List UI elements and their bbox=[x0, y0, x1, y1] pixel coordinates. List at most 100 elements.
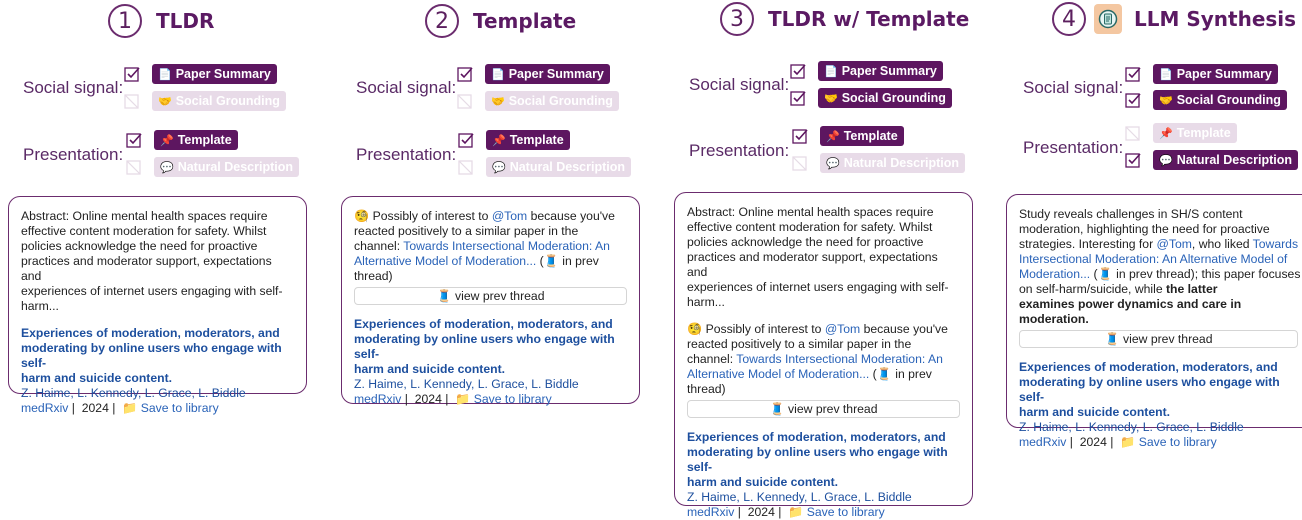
chip-template: 📌 Template bbox=[486, 130, 570, 150]
message-card: Abstract: Online mental health spaces re… bbox=[8, 196, 307, 415]
chip-row-social-grounding: 🤝 Social Grounding bbox=[1125, 90, 1287, 110]
checked-box-icon bbox=[1125, 93, 1141, 108]
column-header: 4 LLM Synthesis bbox=[1052, 2, 1296, 36]
speech-bubble-icon: 💬 bbox=[160, 161, 174, 174]
paper-meta: medRxiv | 2024 | 📁 Save to library bbox=[1019, 435, 1217, 449]
mention-link[interactable]: @Tom bbox=[492, 209, 527, 223]
social-signal-label: Social signal: bbox=[1023, 78, 1124, 97]
chip-paper-summary: 📄 Paper Summary bbox=[485, 64, 610, 84]
abstract-text: Abstract: Online mental health spaces re… bbox=[21, 209, 283, 313]
save-to-library-link[interactable]: Save to library bbox=[807, 505, 885, 519]
checked-box-icon bbox=[124, 67, 140, 82]
template-text: 🧐 Possibly of interest to @Tom because y… bbox=[687, 322, 948, 396]
handshake-icon: 🤝 bbox=[491, 95, 505, 108]
social-signal-label: Social signal: bbox=[356, 78, 457, 97]
paper-meta: medRxiv | 2024 | 📁 Save to library bbox=[354, 392, 552, 406]
chip-social-grounding: 🤝 Social Grounding bbox=[152, 91, 286, 111]
column-header: 1 TLDR bbox=[108, 4, 214, 38]
save-to-library-link[interactable]: Save to library bbox=[141, 401, 219, 415]
chip-row-social-grounding: 🤝 Social Grounding bbox=[124, 91, 286, 111]
save-to-library-link[interactable]: Save to library bbox=[474, 392, 552, 406]
column-tldr-with-template: 3 TLDR w/ Template Social signal: 📄 Paper… bbox=[666, 0, 986, 519]
prev-paper-link[interactable]: Alternative Model of Moderation... bbox=[354, 254, 536, 268]
speech-bubble-icon: 💬 bbox=[492, 161, 506, 174]
prev-paper-link[interactable]: Intersectional Moderation: An Alternativ… bbox=[1019, 252, 1302, 267]
checked-box-icon bbox=[126, 133, 142, 148]
view-prev-thread-button[interactable]: 🧵 view prev thread bbox=[687, 400, 960, 418]
paper-authors: Z. Haime, L. Kennedy, L. Grace, L. Biddl… bbox=[354, 377, 579, 391]
pin-icon: 📌 bbox=[492, 134, 506, 147]
checked-box-icon bbox=[790, 64, 806, 79]
social-signal-label: Social signal: bbox=[23, 78, 124, 97]
chip-template: 📌 Template bbox=[1153, 123, 1237, 143]
prev-paper-link[interactable]: Alternative Model of Moderation... bbox=[687, 367, 869, 381]
page-icon: 📄 bbox=[1159, 68, 1173, 81]
crossed-box-icon bbox=[124, 94, 139, 109]
crossed-box-icon bbox=[1125, 126, 1140, 141]
save-to-library-link[interactable]: Save to library bbox=[1139, 435, 1217, 449]
paper-authors: Z. Haime, L. Kennedy, L. Grace, L. Biddl… bbox=[21, 386, 246, 400]
column-template: 2 Template Social signal: 📄 Paper Summary… bbox=[333, 0, 653, 506]
view-prev-thread-button[interactable]: 🧵 view prev thread bbox=[354, 287, 627, 305]
chip-social-grounding: 🤝 Social Grounding bbox=[818, 88, 952, 108]
step-number: 3 bbox=[720, 2, 754, 36]
speech-bubble-icon: 💬 bbox=[826, 157, 840, 170]
chip-row-paper-summary: 📄 Paper Summary bbox=[1125, 64, 1278, 84]
paper-title[interactable]: Experiences of moderation, moderators, a… bbox=[687, 430, 960, 490]
pin-icon: 📌 bbox=[160, 134, 174, 147]
folder-icon: 📁 bbox=[455, 392, 471, 406]
template-text: 🧐 Possibly of interest to @Tom because y… bbox=[354, 209, 615, 283]
venue-link[interactable]: medRxiv bbox=[21, 401, 68, 415]
chip-social-grounding: 🤝 Social Grounding bbox=[1153, 90, 1287, 110]
message-card: Study reveals challenges in SH/S content… bbox=[1006, 194, 1302, 449]
chip-row-social-grounding: 🤝 Social Grounding bbox=[790, 88, 952, 108]
chip-natural-description: 💬 Natural Description bbox=[154, 157, 300, 177]
prev-paper-link[interactable]: Towards Intersectional Moderation: An bbox=[736, 352, 943, 366]
paper-title[interactable]: Experiences of moderation, moderators, a… bbox=[21, 326, 294, 386]
column-llm-synthesis: 4 LLM Synthesis Social signal: 📄 Paper Su… bbox=[998, 0, 1302, 506]
folder-icon: 📁 bbox=[1120, 435, 1136, 449]
synthesis-text: Study reveals challenges in SH/S content… bbox=[1019, 207, 1302, 327]
paper-title[interactable]: Experiences of moderation, moderators, a… bbox=[1019, 360, 1302, 420]
prev-paper-link[interactable]: Towards Intersectional Moderation: An bbox=[403, 239, 610, 253]
step-number: 2 bbox=[425, 4, 459, 38]
crossed-box-icon bbox=[126, 160, 141, 175]
chip-paper-summary: 📄 Paper Summary bbox=[1153, 64, 1278, 84]
checked-box-icon bbox=[1125, 153, 1141, 168]
paper-authors: Z. Haime, L. Kennedy, L. Grace, L. Biddl… bbox=[687, 490, 912, 504]
chip-row-natural-description: 💬 Natural Description bbox=[792, 153, 966, 173]
presentation-label: Presentation: bbox=[23, 145, 124, 164]
presentation-label: Presentation: bbox=[689, 141, 790, 160]
folder-icon: 📁 bbox=[788, 505, 804, 519]
message-card: Abstract: Online mental health spaces re… bbox=[674, 192, 973, 519]
pin-icon: 📌 bbox=[826, 130, 840, 143]
presentation-label: Presentation: bbox=[1023, 138, 1124, 157]
paper-title[interactable]: Experiences of moderation, moderators, a… bbox=[354, 317, 627, 377]
view-prev-thread-button[interactable]: 🧵 view prev thread bbox=[1019, 330, 1298, 348]
venue-link[interactable]: medRxiv bbox=[687, 505, 734, 519]
chip-template: 📌 Template bbox=[820, 126, 904, 146]
mention-link[interactable]: @Tom bbox=[825, 322, 860, 336]
column-header: 2 Template bbox=[425, 4, 576, 38]
chip-row-template: 📌 Template bbox=[1125, 123, 1237, 143]
presentation-label: Presentation: bbox=[356, 145, 457, 164]
crossed-box-icon bbox=[792, 156, 807, 171]
column-tldr: 1 TLDR Social signal: 📄 Paper Summary 🤝 So… bbox=[0, 0, 320, 506]
page-icon: 📄 bbox=[158, 68, 172, 81]
chip-row-paper-summary: 📄 Paper Summary bbox=[124, 64, 277, 84]
venue-link[interactable]: medRxiv bbox=[354, 392, 401, 406]
pin-icon: 📌 bbox=[1159, 127, 1173, 140]
prev-paper-link[interactable]: Towards bbox=[1253, 237, 1298, 251]
column-header: 3 TLDR w/ Template bbox=[720, 2, 969, 36]
paper-authors: Z. Haime, L. Kennedy, L. Grace, L. Biddl… bbox=[1019, 420, 1244, 434]
mention-link[interactable]: @Tom bbox=[1157, 237, 1192, 251]
chip-row-template: 📌 Template bbox=[792, 126, 904, 146]
chip-paper-summary: 📄 Paper Summary bbox=[152, 64, 277, 84]
monocle-face-icon: 🧐 bbox=[354, 209, 370, 223]
chip-social-grounding: 🤝 Social Grounding bbox=[485, 91, 619, 111]
monocle-face-icon: 🧐 bbox=[687, 322, 703, 336]
step-number: 4 bbox=[1052, 2, 1086, 36]
venue-link[interactable]: medRxiv bbox=[1019, 435, 1066, 449]
prev-paper-link[interactable]: Moderation... bbox=[1019, 267, 1090, 281]
step-number: 1 bbox=[108, 4, 142, 38]
